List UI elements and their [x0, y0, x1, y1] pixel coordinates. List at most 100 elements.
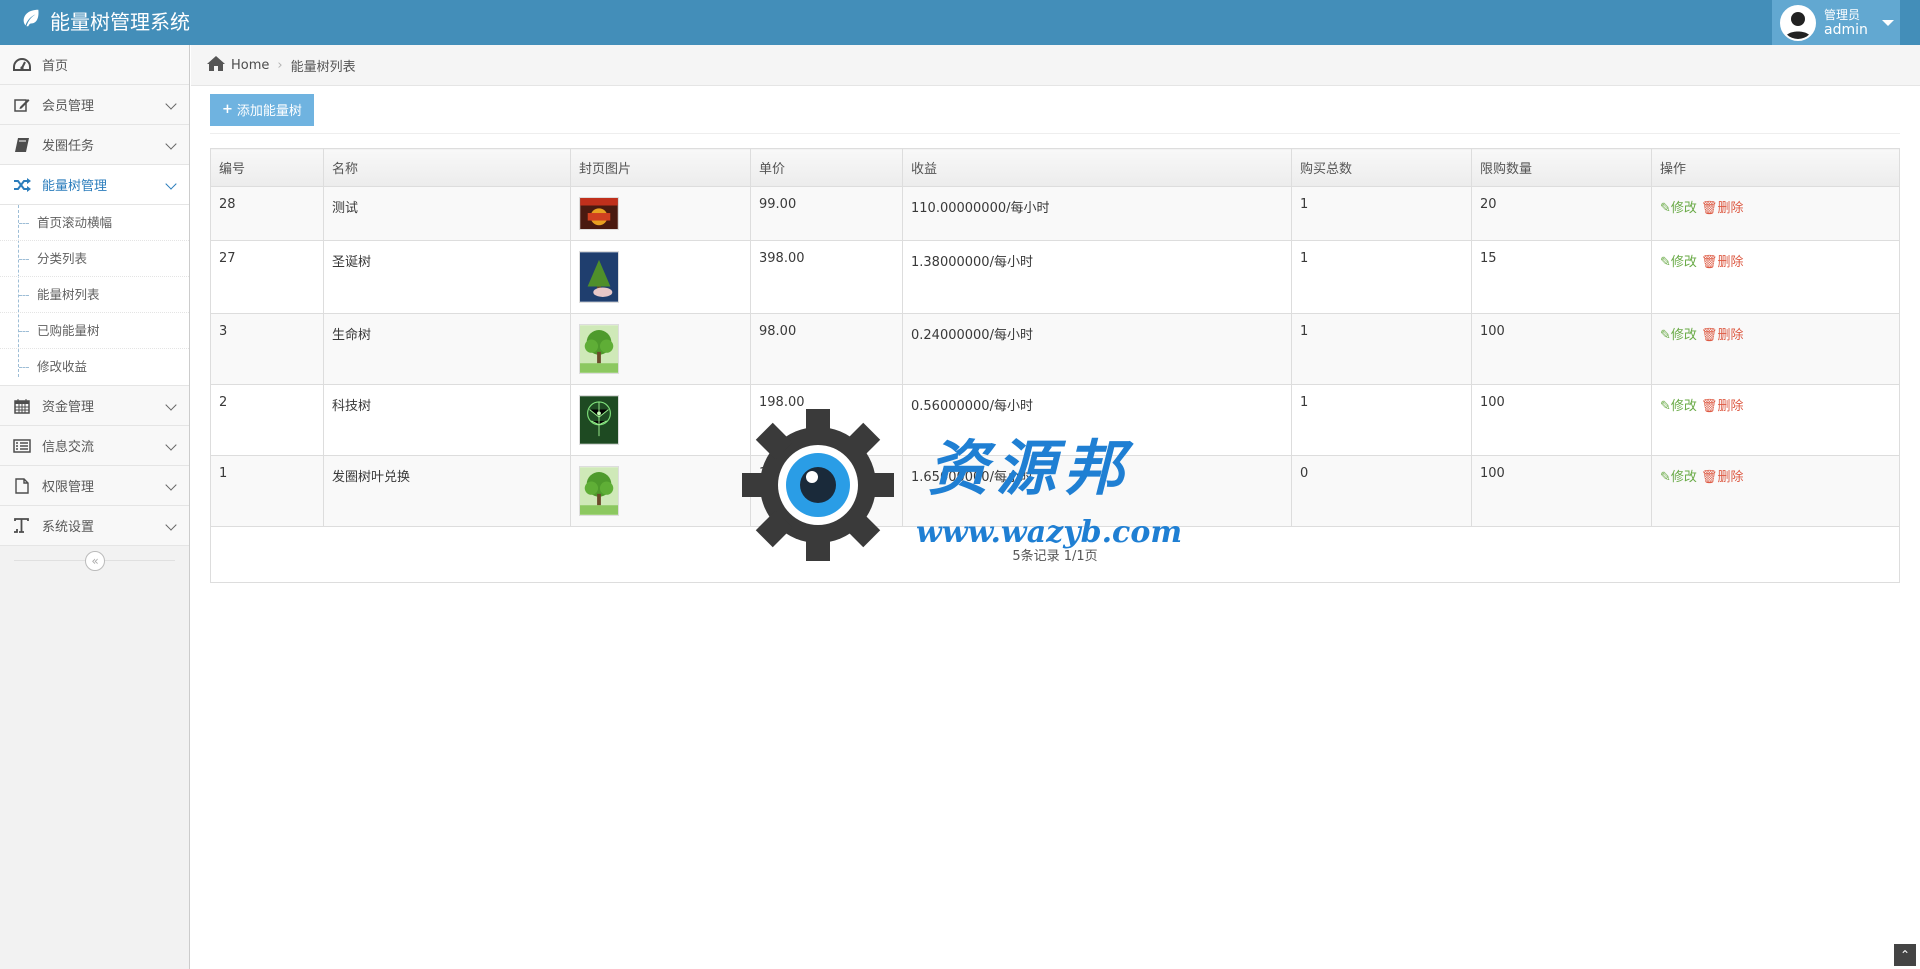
cell-total: 1 — [1291, 384, 1472, 456]
cover-image-casino[interactable] — [579, 197, 619, 230]
edit-link[interactable]: ✎修改 — [1660, 470, 1697, 485]
cell-limit: 100 — [1471, 455, 1652, 527]
cover-image-xmas-tree[interactable] — [579, 251, 619, 303]
delete-link[interactable]: 🗑删除 — [1701, 255, 1744, 270]
cell-price: 99.00 — [750, 186, 903, 241]
chevron-down-icon — [165, 479, 177, 491]
user-role: 管理员 — [1824, 7, 1861, 22]
sidebar-item-funds[interactable]: 资金管理 — [0, 386, 189, 426]
sidebar-item-members[interactable]: 会员管理 — [0, 85, 189, 125]
user-menu[interactable]: 管理员 admin — [1772, 0, 1900, 45]
pencil-icon: ✎ — [1660, 201, 1671, 216]
collapse-sidebar-icon[interactable]: « — [85, 551, 105, 571]
delete-link[interactable]: 🗑删除 — [1701, 328, 1744, 343]
cell-thumbnail — [570, 240, 751, 314]
cell-id: 1 — [210, 455, 324, 527]
cell-limit: 100 — [1471, 384, 1652, 456]
sidebar-item-label: 能量树管理 — [42, 179, 108, 194]
cell-name: 测试 — [323, 186, 571, 241]
column-header[interactable]: 单价 — [750, 148, 903, 187]
sidebar-item-label: 系统设置 — [42, 520, 95, 535]
column-header[interactable]: 限购数量 — [1471, 148, 1652, 187]
submenu-item-banner[interactable]: 首页滚动横幅 — [0, 205, 189, 241]
sidebar-item-label: 首页 — [42, 59, 69, 74]
scroll-to-top-button[interactable]: ⌃ — [1894, 944, 1916, 966]
cell-income: 1.38000000/每小时 — [902, 240, 1292, 314]
edit-link-label: 修改 — [1670, 328, 1697, 343]
submenu-item-purchased[interactable]: 已购能量树 — [0, 313, 189, 349]
pagination-info: 5条记录 1/1页 — [210, 526, 1900, 583]
cover-image-tree[interactable] — [579, 324, 619, 374]
submenu-item-tree-list[interactable]: 能量树列表 — [0, 277, 189, 313]
cell-limit: 20 — [1471, 186, 1652, 241]
edit-link[interactable]: ✎修改 — [1660, 255, 1697, 270]
edit-link-label: 修改 — [1670, 399, 1697, 414]
cell-thumbnail — [570, 186, 751, 241]
trash-icon: 🗑 — [1700, 328, 1718, 343]
delete-link[interactable]: 🗑删除 — [1701, 470, 1744, 485]
column-header[interactable]: 编号 — [210, 148, 324, 187]
top-navbar: 能量树管理系统 管理员 admin — [0, 0, 1920, 45]
plus-icon: + — [222, 102, 233, 117]
text-icon — [12, 517, 32, 535]
delete-link-label: 删除 — [1717, 201, 1744, 216]
table-body: 28 测试 99.00 110.00000000/每小时 1 20 ✎修改 🗑删除… — [210, 186, 1900, 583]
toolbar: + 添加能量树 — [210, 86, 1900, 134]
column-header[interactable]: 名称 — [323, 148, 571, 187]
table-row: 27 圣诞树 398.00 1.38000000/每小时 1 15 ✎修改 🗑删除 — [210, 240, 1900, 314]
cell-limit: 15 — [1471, 240, 1652, 314]
pencil-icon: ✎ — [1660, 470, 1671, 485]
sidebar-item-energy-trees[interactable]: 能量树管理 — [0, 165, 189, 205]
table-row: 1 发圈树叶兑换 10.00 1.65000000/每小时 0 100 ✎修改 🗑… — [210, 455, 1900, 527]
edit-link[interactable]: ✎修改 — [1660, 328, 1697, 343]
delete-link[interactable]: 🗑删除 — [1701, 399, 1744, 414]
cell-name: 生命树 — [323, 313, 571, 385]
sidebar-item-settings[interactable]: 系统设置 — [0, 506, 189, 546]
sidebar-item-permissions[interactable]: 权限管理 — [0, 466, 189, 506]
breadcrumb-home[interactable]: Home — [207, 55, 269, 75]
column-header[interactable]: 购买总数 — [1291, 148, 1472, 187]
sidebar-item-label: 信息交流 — [42, 440, 95, 455]
add-tree-button[interactable]: + 添加能量树 — [210, 93, 314, 126]
table-footer-row: 5条记录 1/1页 — [210, 526, 1900, 583]
chevron-down-icon — [165, 178, 177, 190]
delete-link[interactable]: 🗑删除 — [1701, 201, 1744, 216]
delete-link-label: 删除 — [1717, 255, 1744, 270]
sidebar-item-messages[interactable]: 信息交流 — [0, 426, 189, 466]
sidebar-item-tasks[interactable]: 发圈任务 — [0, 125, 189, 165]
breadcrumb-current: 能量树列表 — [290, 59, 356, 75]
home-icon — [207, 55, 225, 75]
delete-link-label: 删除 — [1717, 470, 1744, 485]
cell-total: 1 — [1291, 313, 1472, 385]
pencil-icon: ✎ — [1660, 328, 1671, 343]
sidebar-item-label: 会员管理 — [42, 99, 95, 114]
cell-id: 3 — [210, 313, 324, 385]
cell-price: 98.00 — [750, 313, 903, 385]
double-up-icon: ⌃ — [1899, 948, 1911, 962]
leaf-icon — [20, 0, 42, 45]
app-brand[interactable]: 能量树管理系统 — [20, 0, 190, 45]
cell-id: 28 — [210, 186, 324, 241]
cover-image-tech-tree[interactable] — [579, 395, 619, 445]
cell-name: 圣诞树 — [323, 240, 571, 314]
cell-total: 0 — [1291, 455, 1472, 527]
pencil-icon: ✎ — [1660, 399, 1671, 414]
cell-thumbnail — [570, 384, 751, 456]
delete-link-label: 删除 — [1717, 328, 1744, 343]
book-icon — [12, 136, 32, 154]
submenu-item-categories[interactable]: 分类列表 — [0, 241, 189, 277]
submenu-item-edit-income[interactable]: 修改收益 — [0, 349, 189, 385]
column-header[interactable]: 操作 — [1651, 148, 1900, 187]
chevron-down-icon — [165, 98, 177, 110]
cell-total: 1 — [1291, 240, 1472, 314]
sidebar-item-home[interactable]: 首页 — [0, 45, 189, 85]
cell-id: 2 — [210, 384, 324, 456]
chevron-down-icon — [165, 439, 177, 451]
add-tree-button-label: 添加能量树 — [236, 104, 302, 119]
tree-table: 编号 名称 封页图片 单价 收益 购买总数 限购数量 操作 28 测试 99.0… — [210, 148, 1900, 583]
edit-link[interactable]: ✎修改 — [1660, 201, 1697, 216]
edit-link[interactable]: ✎修改 — [1660, 399, 1697, 414]
cover-image-tree[interactable] — [579, 466, 619, 516]
column-header[interactable]: 收益 — [902, 148, 1292, 187]
column-header[interactable]: 封页图片 — [570, 148, 751, 187]
